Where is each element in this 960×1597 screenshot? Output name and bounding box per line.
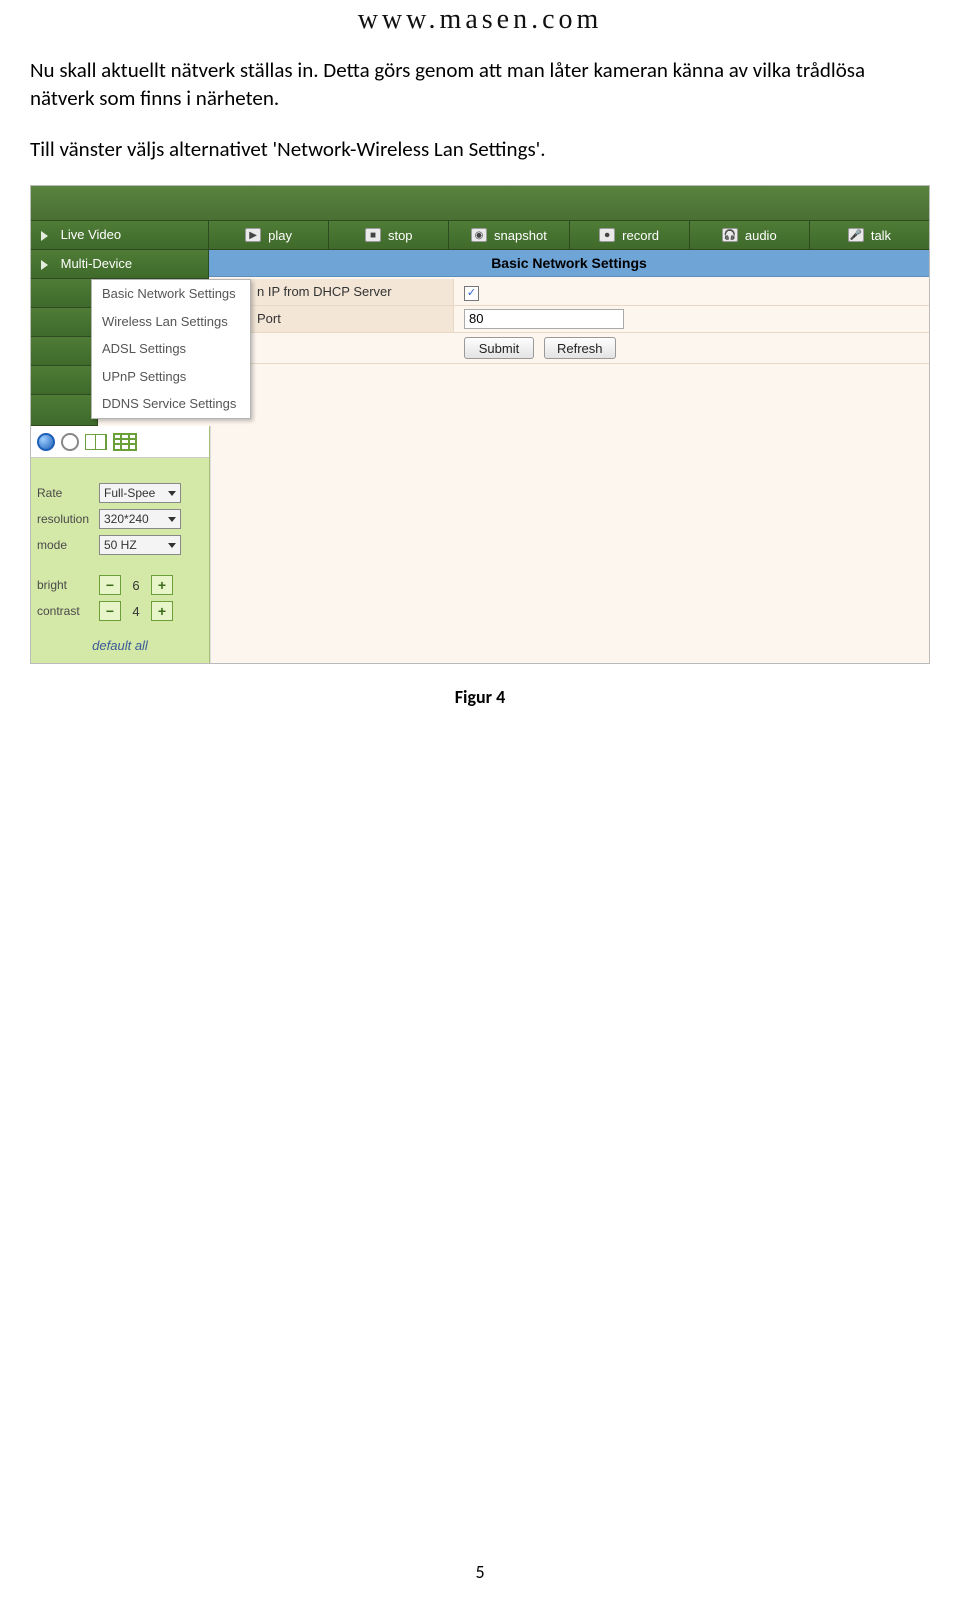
nav-collapsed-3[interactable]: [31, 366, 98, 395]
snapshot-button[interactable]: ◉ snapshot: [449, 221, 569, 249]
toolbar-label: snapshot: [494, 228, 547, 243]
audio-button[interactable]: 🎧 audio: [690, 221, 810, 249]
rate-row: Rate Full-Spee: [31, 480, 209, 506]
instruction-paragraph-1: Nu skall aktuellt nätverk ställas in. De…: [30, 56, 930, 113]
play-icon: ▶: [245, 228, 261, 242]
page-number: 5: [0, 1561, 960, 1583]
nav-collapsed-2[interactable]: [31, 337, 98, 366]
bright-minus-button[interactable]: −: [99, 575, 121, 595]
form-button-row: Submit Refresh: [209, 333, 929, 364]
nav-multi-device[interactable]: Multi-Device: [31, 250, 209, 279]
video-controls-panel: Rate Full-Spee resolution 320*240 mode: [31, 426, 210, 663]
chevron-down-icon: [168, 543, 176, 548]
section-title: Basic Network Settings: [209, 250, 929, 277]
contrast-minus-button[interactable]: −: [99, 601, 121, 621]
nav-label: Live Video: [61, 227, 121, 242]
layout-selector-row: [31, 426, 209, 458]
layout-single-icon[interactable]: [37, 433, 55, 451]
layout-2x1-icon[interactable]: [85, 434, 107, 450]
toolbar-label: talk: [871, 228, 891, 243]
network-submenu: Basic Network Settings Wireless Lan Sett…: [91, 279, 251, 419]
submit-button[interactable]: Submit: [464, 337, 534, 359]
play-button[interactable]: ▶ play: [209, 221, 329, 249]
rate-label: Rate: [37, 486, 99, 500]
stop-button[interactable]: ■ stop: [329, 221, 449, 249]
resolution-select[interactable]: 320*240: [99, 509, 181, 529]
figure-caption: Figur 4: [30, 686, 930, 708]
layout-3x3-icon[interactable]: [113, 433, 137, 451]
bright-plus-button[interactable]: +: [151, 575, 173, 595]
menu-basic-network-settings[interactable]: Basic Network Settings: [92, 280, 250, 308]
bright-value: 6: [121, 578, 151, 593]
port-row: Port: [209, 306, 929, 333]
stop-icon: ■: [365, 228, 381, 242]
record-button[interactable]: ⏺ record: [570, 221, 690, 249]
resolution-row: resolution 320*240: [31, 506, 209, 532]
instruction-paragraph-2: Till vänster väljs alternativet 'Network…: [30, 135, 930, 163]
play-icon: [41, 231, 48, 241]
bright-label: bright: [37, 578, 99, 592]
menu-ddns-service-settings[interactable]: DDNS Service Settings: [92, 390, 250, 418]
contrast-label: contrast: [37, 604, 99, 618]
contrast-value: 4: [121, 604, 151, 619]
toolbar-label: play: [268, 228, 292, 243]
menu-wireless-lan-settings[interactable]: Wireless Lan Settings: [92, 308, 250, 336]
toolbar-label: stop: [388, 228, 413, 243]
layout-alt-icon[interactable]: [61, 433, 79, 451]
chevron-down-icon: [168, 517, 176, 522]
rate-value: Full-Spee: [104, 486, 155, 500]
contrast-row: contrast − 4 +: [31, 598, 209, 624]
dhcp-row: n IP from DHCP Server ✓: [209, 279, 929, 306]
toolbar-label: audio: [745, 228, 777, 243]
http-port-input[interactable]: [464, 309, 624, 329]
mode-select[interactable]: 50 HZ: [99, 535, 181, 555]
resolution-label: resolution: [37, 512, 99, 526]
video-toolbar: ▶ play ■ stop ◉ snapshot ⏺ record: [209, 221, 929, 250]
camera-ui-screenshot: Live Video Multi-Device ▶ play ■ stop: [30, 185, 930, 664]
audio-icon: 🎧: [722, 228, 738, 242]
talk-icon: 🎤: [848, 228, 864, 242]
mode-label: mode: [37, 538, 99, 552]
nav-collapsed-4[interactable]: [31, 395, 98, 426]
toolbar-label: record: [622, 228, 659, 243]
resolution-value: 320*240: [104, 512, 149, 526]
menu-adsl-settings[interactable]: ADSL Settings: [92, 335, 250, 363]
menu-upnp-settings[interactable]: UPnP Settings: [92, 363, 250, 391]
record-icon: ⏺: [599, 228, 615, 242]
rate-select[interactable]: Full-Spee: [99, 483, 181, 503]
nav-live-video[interactable]: Live Video: [31, 221, 209, 250]
talk-button[interactable]: 🎤 talk: [810, 221, 929, 249]
refresh-button[interactable]: Refresh: [544, 337, 616, 359]
chevron-down-icon: [168, 491, 176, 496]
bright-row: bright − 6 +: [31, 572, 209, 598]
contrast-plus-button[interactable]: +: [151, 601, 173, 621]
default-all-link[interactable]: default all: [31, 638, 209, 653]
nav-label: Multi-Device: [61, 256, 133, 271]
snapshot-icon: ◉: [471, 228, 487, 242]
mode-value: 50 HZ: [104, 538, 137, 552]
site-url: www.masen.com: [30, 4, 930, 36]
play-icon: [41, 260, 48, 270]
nav-network[interactable]: [31, 279, 98, 308]
content-blank-area: [210, 426, 929, 663]
mode-row: mode 50 HZ: [31, 532, 209, 558]
video-preview-strip: [31, 186, 929, 221]
nav-collapsed-1[interactable]: [31, 308, 98, 337]
dhcp-checkbox[interactable]: ✓: [464, 286, 479, 301]
